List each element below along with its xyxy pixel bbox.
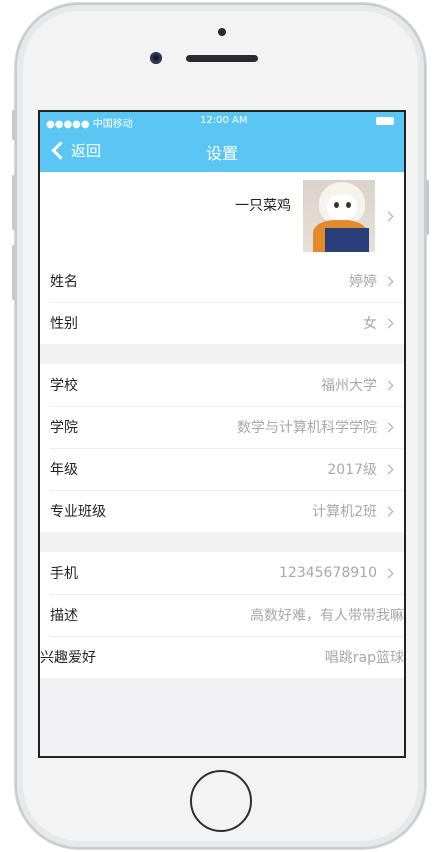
earpiece-speaker: [186, 55, 258, 62]
row-phone[interactable]: 手机 12345678910: [40, 552, 404, 594]
page-title: 设置: [205, 144, 238, 163]
row-class[interactable]: 专业班级 计算机2班: [40, 490, 404, 532]
volume-up-button: [12, 175, 15, 230]
row-label: 学校: [50, 378, 78, 394]
profile-group: 一只菜鸡 姓名 婷婷 性别 女: [40, 172, 404, 344]
chevron-right-icon: [383, 506, 394, 516]
row-value: 福州大学: [321, 378, 377, 394]
row-gender[interactable]: 性别 女: [40, 302, 404, 344]
navigation-bar: 返回 设置: [40, 130, 404, 172]
home-button[interactable]: [190, 770, 252, 832]
power-button: [426, 180, 429, 235]
chevron-right-icon: [383, 276, 394, 286]
section-divider: [40, 344, 404, 364]
row-description[interactable]: 描述 高数好难，有人带带我嘛: [40, 594, 404, 636]
row-value: 唱跳rap篮球: [324, 650, 404, 666]
row-value: 高数好难，有人带带我嘛: [250, 608, 404, 624]
chevron-right-icon: [383, 318, 394, 328]
clock: 12:00 AM: [200, 115, 248, 126]
mute-switch: [12, 110, 15, 140]
row-value: 婷婷: [349, 274, 377, 290]
row-label: 姓名: [50, 274, 78, 290]
chevron-right-icon: [383, 464, 394, 474]
row-hobbies[interactable]: 兴趣爱好 唱跳rap篮球: [40, 636, 404, 678]
chevron-right-icon: [383, 422, 394, 432]
row-value: 数学与计算机科学学院: [237, 420, 377, 436]
section-divider: [40, 532, 404, 552]
school-group: 学校 福州大学 学院 数学与计算机科学学院 年级 2017级 专业班级 计算机2…: [40, 364, 404, 532]
nickname: 一只菜鸡: [235, 198, 291, 214]
front-camera-icon: [150, 52, 162, 64]
row-label: 兴趣爱好: [40, 650, 96, 666]
proximity-sensor: [218, 28, 226, 36]
row-name[interactable]: 姓名 婷婷: [40, 260, 404, 302]
row-school[interactable]: 学校 福州大学: [40, 364, 404, 406]
row-label: 年级: [50, 462, 78, 478]
carrier-label: ●●●●● 中国移动: [46, 119, 133, 130]
avatar[interactable]: [303, 180, 375, 252]
row-value: 女: [363, 316, 377, 332]
row-college[interactable]: 学院 数学与计算机科学学院: [40, 406, 404, 448]
profile-row[interactable]: 一只菜鸡: [40, 172, 404, 260]
row-label: 手机: [50, 566, 78, 582]
row-label: 性别: [50, 316, 78, 332]
row-label: 学院: [50, 420, 78, 436]
row-grade[interactable]: 年级 2017级: [40, 448, 404, 490]
chevron-right-icon: [383, 568, 394, 578]
row-label: 描述: [50, 608, 78, 624]
chevron-right-icon: [383, 211, 394, 221]
battery-icon: [376, 117, 394, 125]
row-label: 专业班级: [50, 504, 106, 520]
volume-down-button: [12, 245, 15, 300]
row-value: 2017级: [327, 462, 377, 478]
contact-group: 手机 12345678910 描述 高数好难，有人带带我嘛 兴趣爱好 唱跳rap…: [40, 552, 404, 678]
settings-list: 一只菜鸡 姓名 婷婷 性别 女 学校 福州大学 学院 数学与计算机科学学院 年级…: [40, 172, 404, 756]
phone-screen: ●●●●● 中国移动 12:00 AM 返回 设置 一只菜鸡 姓名 婷婷 性别 …: [38, 110, 406, 758]
chevron-right-icon: [383, 380, 394, 390]
row-value: 12345678910: [279, 565, 377, 581]
row-value: 计算机2班: [312, 504, 377, 520]
status-bar: ●●●●● 中国移动 12:00 AM: [40, 112, 404, 130]
